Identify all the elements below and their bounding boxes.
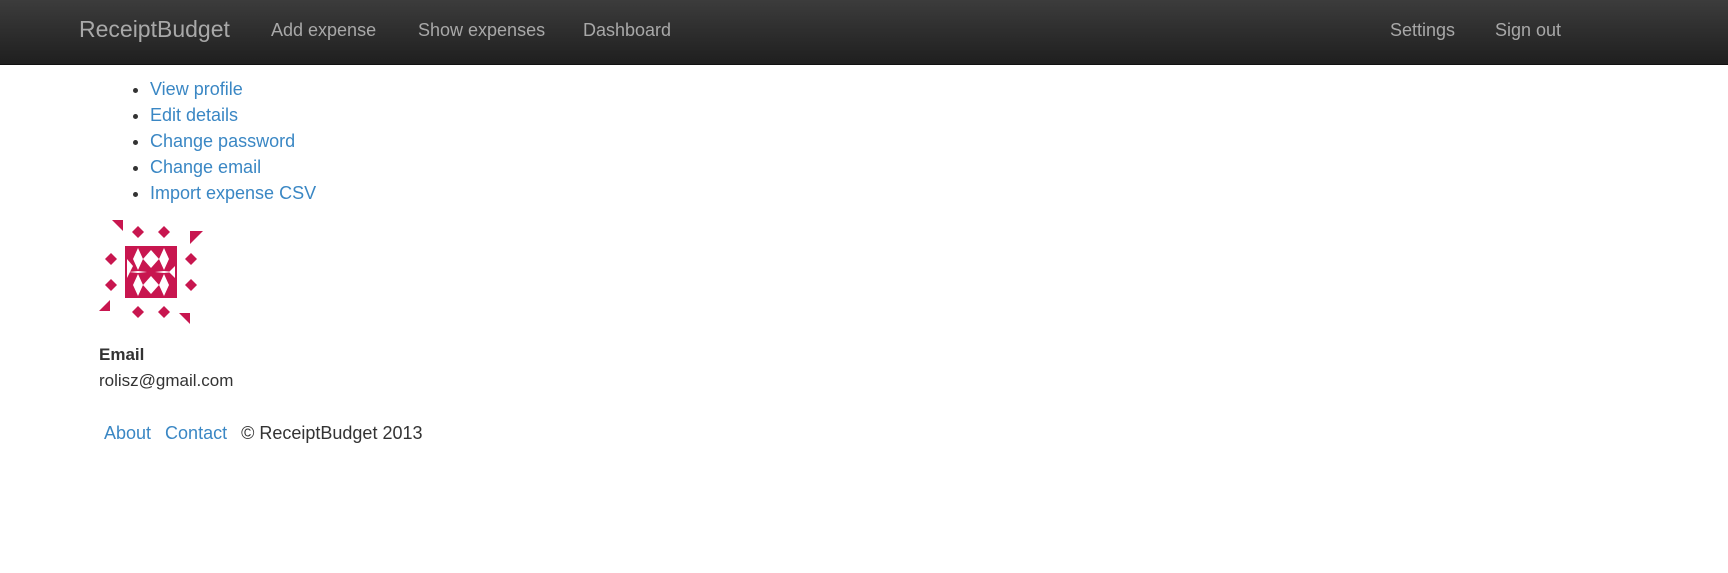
menu-item-change-email: Change email — [150, 154, 316, 180]
brand-link[interactable]: ReceiptBudget — [79, 16, 230, 43]
footer-contact-link[interactable]: Contact — [165, 423, 227, 443]
nav-dashboard[interactable]: Dashboard — [583, 20, 671, 41]
menu-item-import-csv: Import expense CSV — [150, 180, 316, 206]
menu-item-edit-details: Edit details — [150, 102, 316, 128]
avatar-identicon — [99, 220, 203, 324]
view-profile-link[interactable]: View profile — [150, 79, 243, 99]
menu-item-view-profile: View profile — [150, 76, 316, 102]
change-email-link[interactable]: Change email — [150, 157, 261, 177]
email-value: rolisz@gmail.com — [99, 371, 234, 390]
footer-copyright: © ReceiptBudget 2013 — [241, 423, 423, 443]
footer-about-link[interactable]: About — [104, 423, 151, 443]
nav-settings[interactable]: Settings — [1390, 20, 1455, 41]
profile-menu: View profile Edit details Change passwor… — [100, 76, 316, 206]
top-navbar: ReceiptBudget Add expense Show expenses … — [0, 0, 1728, 65]
nav-show-expenses[interactable]: Show expenses — [418, 20, 545, 41]
nav-sign-out[interactable]: Sign out — [1495, 20, 1561, 41]
nav-add-expense[interactable]: Add expense — [271, 20, 376, 41]
import-csv-link[interactable]: Import expense CSV — [150, 183, 316, 203]
change-password-link[interactable]: Change password — [150, 131, 295, 151]
footer: About Contact © ReceiptBudget 2013 — [104, 423, 422, 444]
edit-details-link[interactable]: Edit details — [150, 105, 238, 125]
email-label: Email — [99, 345, 145, 364]
menu-item-change-password: Change password — [150, 128, 316, 154]
